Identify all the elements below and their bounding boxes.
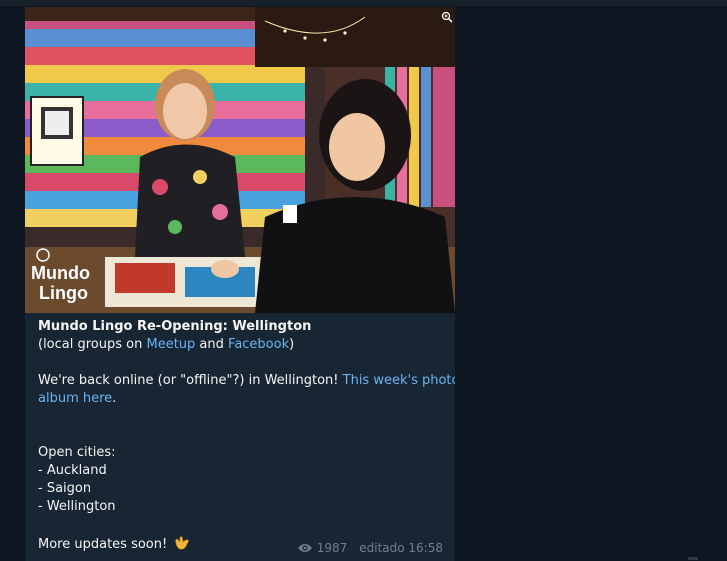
post-meta: 1987 editado 16:58 [297,540,443,556]
view-count: 1987 [316,541,348,555]
back-online-text: We're back online (or "offline"?) in Wel… [38,373,343,388]
city-item: - Saigon [38,481,92,496]
post-photo[interactable]: Mundo Lingo [25,7,455,313]
city-item: - Auckland [38,463,107,478]
channel-post[interactable]: Mundo Lingo Mundo Lingo Re-Opening: Well… [25,7,455,561]
photo-album-link[interactable]: This week's photo [343,373,455,388]
city-item: - Wellington [38,499,116,514]
closing-text: More updates soon! [38,537,172,552]
edited-time: editado 16:58 [359,541,443,555]
album-period: . [112,391,117,406]
header-strip [0,0,727,6]
album-line: album here. [38,390,448,408]
groups-prefix: (local groups on [38,337,147,352]
chat-area: Mundo Lingo Mundo Lingo Re-Opening: Well… [0,0,727,561]
open-cities-heading: Open cities: [38,445,116,460]
groups-and: and [195,337,229,352]
facebook-link[interactable]: Facebook [228,337,289,352]
zoom-icon[interactable] [441,11,453,23]
groups-suffix: ) [289,337,295,352]
post-text: Mundo Lingo Re-Opening: Wellington (loca… [38,318,455,552]
scroll-indicator[interactable] [688,557,698,560]
photo-album-link-cont[interactable]: album here [38,391,112,406]
eye-icon [297,544,312,552]
call-me-hand-emoji-icon [175,536,190,550]
svg-text:Lingo: Lingo [39,283,88,303]
svg-text:Mundo: Mundo [31,263,90,283]
meetup-link[interactable]: Meetup [146,337,195,352]
post-title: Mundo Lingo Re-Opening: Wellington [38,319,312,334]
groups-line: (local groups on Meetup and Facebook) [38,336,448,354]
photo-illustration: Mundo Lingo [25,7,455,313]
back-online-line: We're back online (or "offline"?) in Wel… [38,372,455,390]
